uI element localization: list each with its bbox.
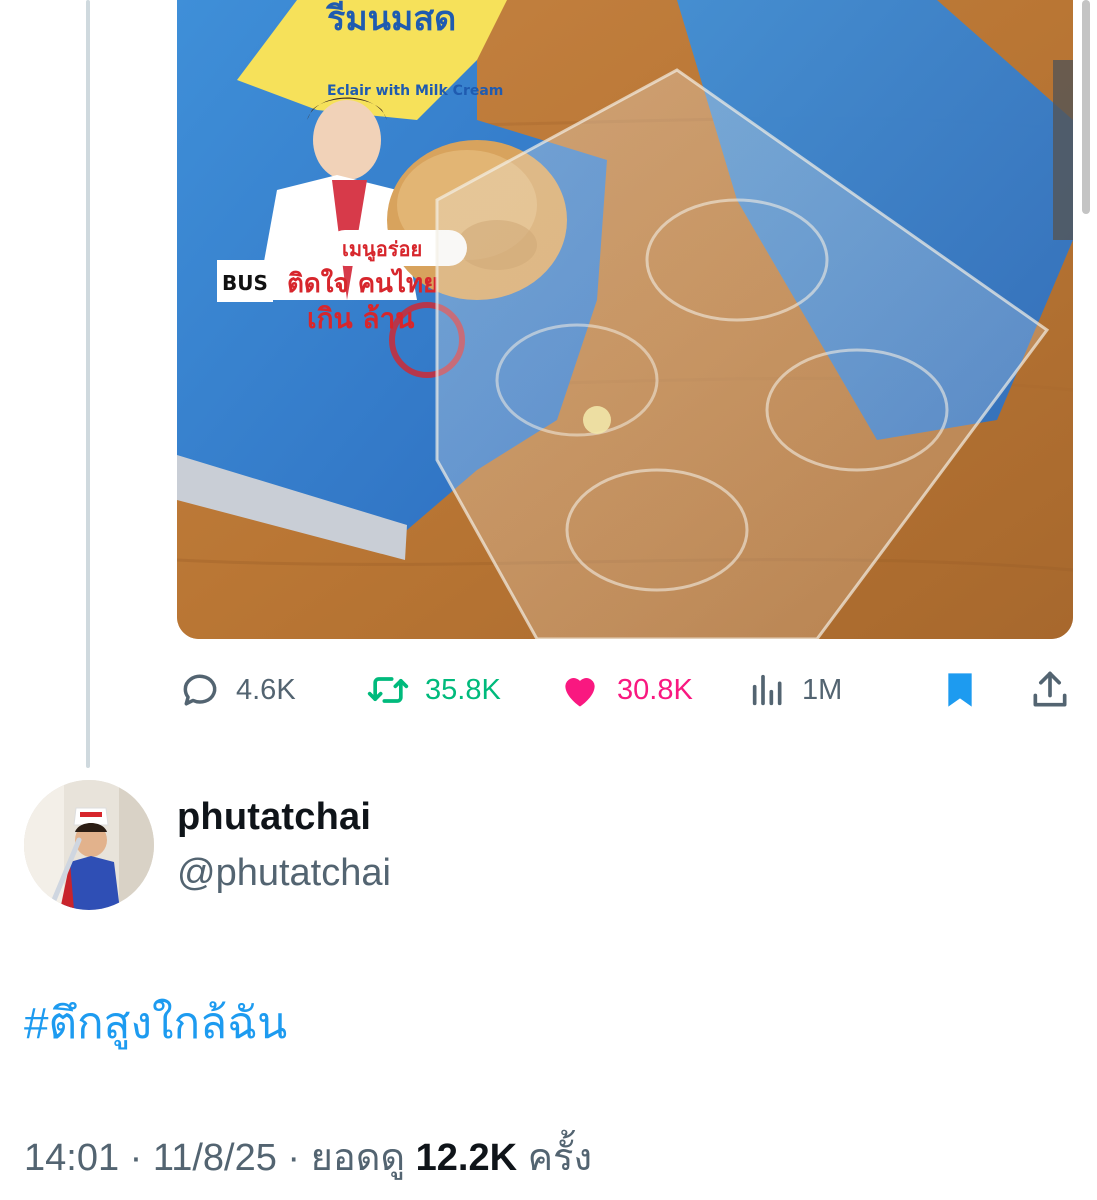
bag-logo-text: BUS <box>222 271 268 295</box>
badge-text-2: ติดใจ คนไทย <box>287 267 438 299</box>
heart-icon <box>557 668 603 712</box>
thread-connector-line <box>86 0 90 768</box>
meta-separator: · <box>287 1137 311 1179</box>
badge-text-1: เมนูอร่อย <box>342 237 422 263</box>
avatar[interactable] <box>24 780 154 910</box>
meta-separator: · <box>129 1137 153 1179</box>
tweet-time[interactable]: 14:01 <box>24 1137 119 1179</box>
author-handle[interactable]: @phutatchai <box>177 852 391 895</box>
retweet-count: 35.8K <box>425 673 501 706</box>
reply-count: 4.6K <box>236 673 296 706</box>
retweet-button[interactable]: 35.8K <box>365 660 501 720</box>
views-icon <box>748 668 788 712</box>
views-button[interactable]: 1M <box>748 660 842 720</box>
bookmark-icon <box>940 667 980 713</box>
bag-brand-text: รีมนมสด <box>325 0 456 39</box>
views-label: ยอดดู <box>310 1137 406 1179</box>
reply-icon <box>178 668 222 712</box>
like-button[interactable]: 30.8K <box>557 660 693 720</box>
like-count: 30.8K <box>617 673 693 706</box>
reply-button[interactable]: 4.6K <box>178 660 296 720</box>
views-count: 1M <box>802 673 843 706</box>
tweet-meta: 14:01 · 11/8/25 · ยอดดู 12.2K ครั้ง <box>24 1126 592 1187</box>
tweet-photo[interactable]: รีมนมสด Eclair with Milk Cream เมนูอร่อย… <box>177 0 1073 639</box>
tweet-date[interactable]: 11/8/25 <box>153 1137 277 1179</box>
share-icon <box>1028 668 1072 712</box>
views-suffix: ครั้ง <box>527 1137 592 1179</box>
bag-product-text: Eclair with Milk Cream <box>327 83 503 99</box>
views-value: 12.2K <box>415 1137 518 1179</box>
bookmark-button[interactable] <box>940 660 980 720</box>
share-button[interactable] <box>1028 660 1072 720</box>
author-display-name[interactable]: phutatchai <box>177 796 371 839</box>
hashtag-link[interactable]: #ตึกสูงใกล้ฉัน <box>24 988 287 1058</box>
scrollbar-thumb[interactable] <box>1082 0 1090 214</box>
retweet-icon <box>365 668 411 712</box>
tweet-thread-page: รีมนมสด Eclair with Milk Cream เมนูอร่อย… <box>0 0 1097 1200</box>
tweet-action-bar: 4.6K 35.8K 30.8K 1M <box>0 660 1097 720</box>
